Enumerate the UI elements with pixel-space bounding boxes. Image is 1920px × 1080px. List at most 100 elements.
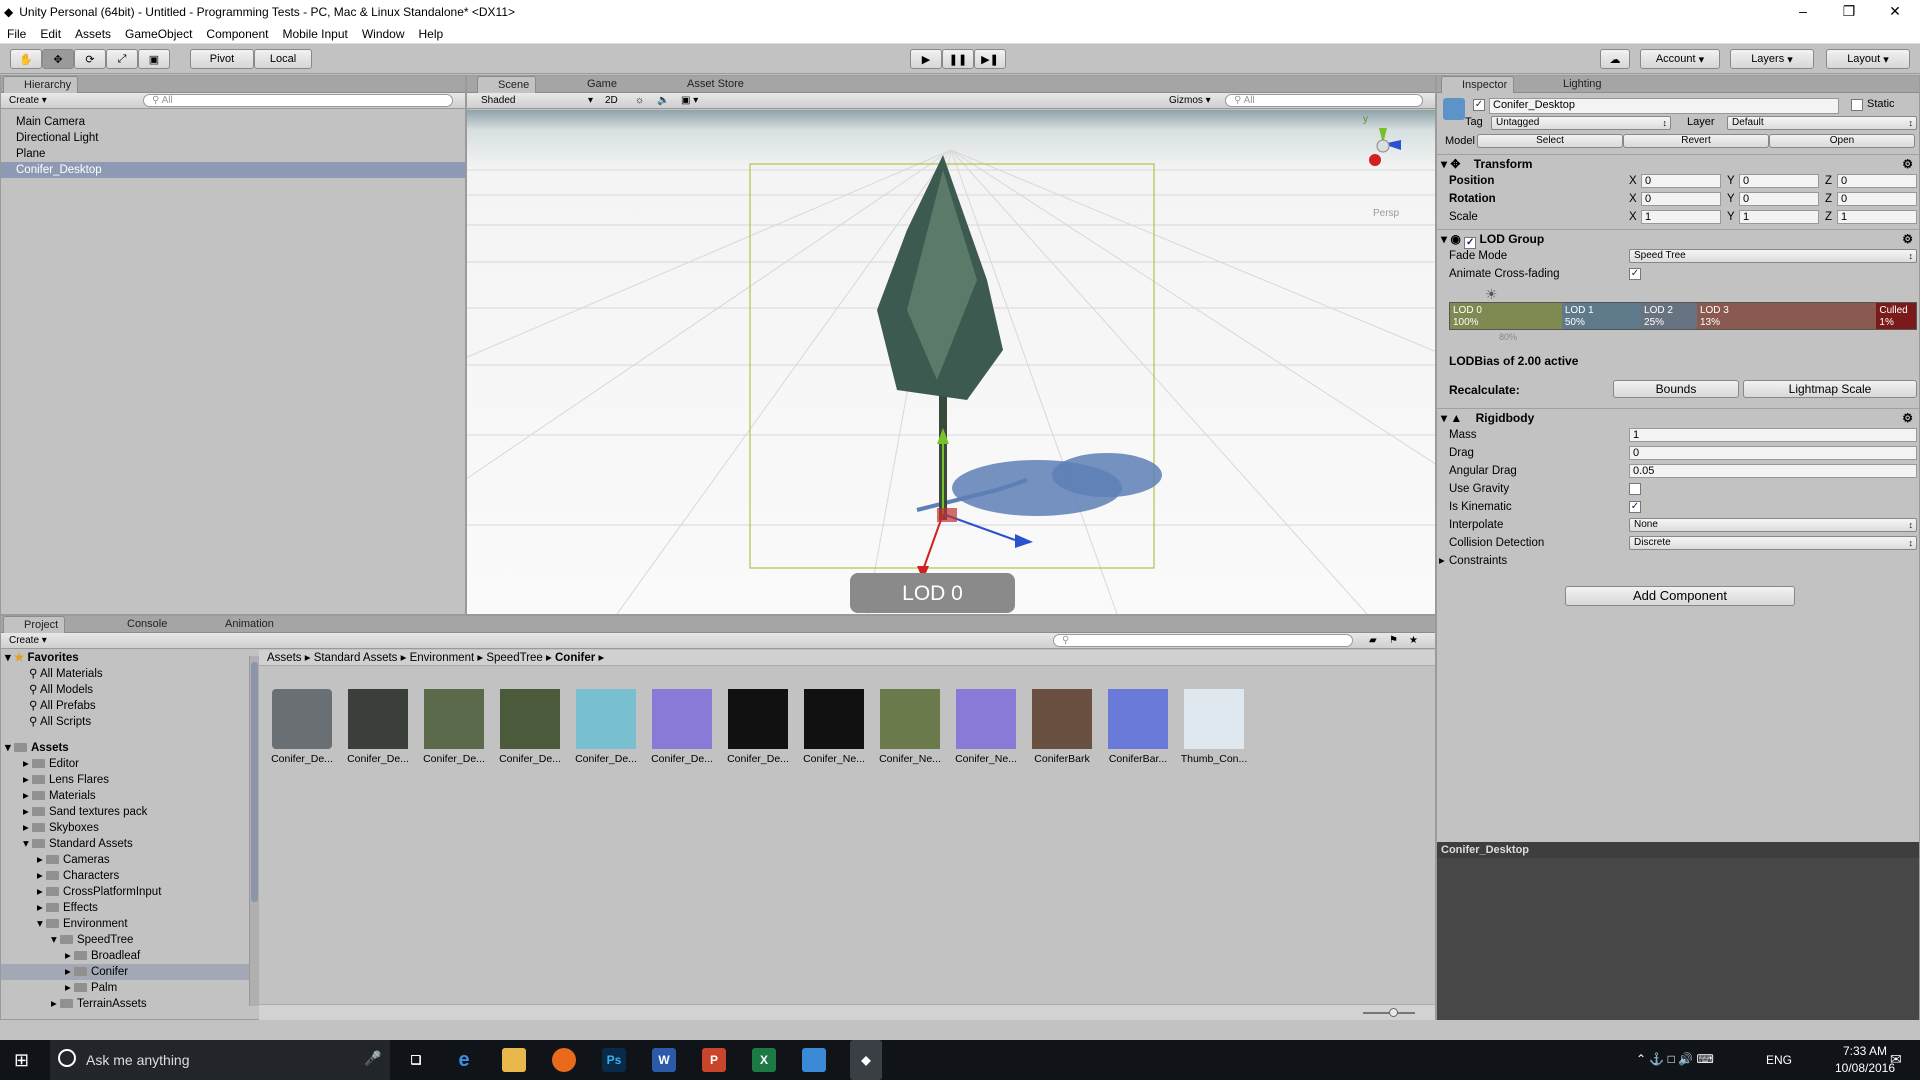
asset-item[interactable]: Conifer_De...	[419, 689, 489, 765]
foldout-arrow-icon[interactable]: ▸	[65, 982, 74, 994]
tab-asset-store[interactable]: Asset Store	[667, 76, 750, 93]
tree-scrollbar[interactable]	[249, 656, 259, 1006]
bounds-button[interactable]: Bounds	[1613, 380, 1739, 398]
folder-tree-item[interactable]: ▸ TerrainAssets	[51, 996, 251, 1012]
folder-tree-item[interactable]: ▾ Environment	[37, 916, 251, 932]
layer-dropdown[interactable]: Default	[1727, 116, 1917, 130]
favorite-item[interactable]: ⚲ All Materials	[29, 666, 103, 682]
gizmos-dropdown[interactable]: Gizmos ▾	[1165, 94, 1215, 107]
asset-item[interactable]: Conifer_De...	[647, 689, 717, 765]
pivot-toggle[interactable]: Pivot	[190, 49, 254, 69]
tab-project[interactable]: Project	[3, 616, 66, 633]
model-open-button[interactable]: Open	[1769, 134, 1915, 148]
mode-2d-toggle[interactable]: 2D	[601, 94, 622, 107]
collision-dropdown[interactable]: Discrete	[1629, 536, 1917, 550]
foldout-arrow-icon[interactable]: ▸	[23, 758, 32, 770]
asset-item[interactable]: ConiferBar...	[1103, 689, 1173, 765]
object-name-field[interactable]: Conifer_Desktop	[1489, 98, 1839, 114]
foldout-arrow-icon[interactable]: ▸	[23, 806, 32, 818]
breadcrumb-item[interactable]: SpeedTree	[486, 652, 542, 664]
asset-item[interactable]: Conifer_Ne...	[951, 689, 1021, 765]
store-icon[interactable]	[802, 1048, 826, 1072]
favorite-item[interactable]: ⚲ All Models	[29, 682, 93, 698]
folder-tree-item[interactable]: ▸ Cameras	[37, 852, 251, 868]
excel-icon[interactable]: X	[752, 1048, 776, 1072]
angular-drag-field[interactable]: 0.05	[1629, 464, 1917, 478]
menu-window[interactable]: Window	[355, 27, 412, 41]
foldout-arrow-icon[interactable]: ▾	[23, 838, 32, 850]
hierarchy-item[interactable]: Directional Light	[1, 130, 465, 146]
cortana-search-box[interactable]: Ask me anything 🎤	[50, 1040, 390, 1080]
position-z-field[interactable]: 0	[1837, 174, 1917, 188]
assets-header[interactable]: ▾ Assets	[5, 740, 69, 756]
tab-lighting[interactable]: Lighting	[1543, 76, 1608, 93]
cloud-icon[interactable]: ☁	[1600, 49, 1630, 69]
rotation-y-field[interactable]: 0	[1739, 192, 1819, 206]
menu-component[interactable]: Component	[199, 27, 275, 41]
tab-game[interactable]: Game	[567, 76, 623, 93]
transform-header[interactable]: ▾ ✥ Transform ⚙	[1437, 154, 1919, 172]
folder-tree-item[interactable]: ▸ Characters	[37, 868, 251, 884]
add-component-button[interactable]: Add Component	[1565, 586, 1795, 606]
asset-item[interactable]: Conifer_Ne...	[799, 689, 869, 765]
firefox-icon[interactable]	[552, 1048, 576, 1072]
scale-x-field[interactable]: 1	[1641, 210, 1721, 224]
breadcrumb-item[interactable]: Assets	[267, 652, 302, 664]
hierarchy-search-input[interactable]: ⚲ All	[143, 94, 453, 107]
foldout-arrow-icon[interactable]: ▸	[23, 822, 32, 834]
effects-toggle-icon[interactable]: ▣ ▾	[677, 94, 702, 107]
asset-item[interactable]: Conifer_Ne...	[875, 689, 945, 765]
asset-item[interactable]: Conifer_De...	[495, 689, 565, 765]
component-settings-icon[interactable]: ⚙	[1902, 230, 1913, 248]
foldout-arrow-icon[interactable]: ▸	[23, 790, 32, 802]
foldout-arrow-icon[interactable]: ▸	[65, 950, 74, 962]
tab-hierarchy[interactable]: Hierarchy	[3, 76, 79, 93]
preview-area[interactable]	[1437, 858, 1919, 1020]
account-dropdown[interactable]: Account ▾	[1640, 49, 1720, 69]
folder-tree-item[interactable]: ▸ Skyboxes	[23, 820, 251, 836]
foldout-arrow-icon[interactable]: ▸	[37, 902, 46, 914]
camera-icon[interactable]: ☀	[1485, 286, 1498, 303]
minimize-button[interactable]: –	[1780, 0, 1826, 24]
rotation-x-field[interactable]: 0	[1641, 192, 1721, 206]
tab-scene[interactable]: Scene	[477, 76, 537, 93]
breadcrumb-item[interactable]: Standard Assets	[314, 652, 398, 664]
folder-tree-item[interactable]: ▸ Effects	[37, 900, 251, 916]
tag-dropdown[interactable]: Untagged	[1491, 116, 1671, 130]
hierarchy-item[interactable]: Main Camera	[1, 114, 465, 130]
foldout-arrow-icon[interactable]: ▸	[37, 854, 46, 866]
lod-level-segment[interactable]: LOD 3 13%	[1696, 303, 1877, 329]
lod-level-segment[interactable]: LOD 2 25%	[1641, 303, 1697, 329]
favorite-item[interactable]: ⚲ All Scripts	[29, 714, 91, 730]
tab-console[interactable]: Console	[107, 616, 173, 633]
filter-type-icon[interactable]: ▰	[1365, 634, 1381, 647]
folder-tree-item[interactable]: ▸ Broadleaf	[65, 948, 251, 964]
fade-mode-dropdown[interactable]: Speed Tree	[1629, 249, 1917, 263]
menu-gameobject[interactable]: GameObject	[118, 27, 199, 41]
tab-animation[interactable]: Animation	[205, 616, 280, 633]
asset-item[interactable]: Conifer_De...	[723, 689, 793, 765]
layers-dropdown[interactable]: Layers ▾	[1730, 49, 1814, 69]
foldout-arrow-icon[interactable]: ▸	[37, 886, 46, 898]
foldout-arrow-icon[interactable]: ▾	[37, 918, 46, 930]
asset-item[interactable]: Conifer_De...	[571, 689, 641, 765]
folder-tree-item[interactable]: ▸ CrossPlatformInput	[37, 884, 251, 900]
favorite-item[interactable]: ⚲ All Prefabs	[29, 698, 96, 714]
lod-level-segment[interactable]: Culled 1%	[1876, 303, 1916, 329]
folder-tree-item[interactable]: ▸ Sand textures pack	[23, 804, 251, 820]
foldout-arrow-icon[interactable]: ▸	[37, 870, 46, 882]
hierarchy-item-selected[interactable]: Conifer_Desktop	[1, 162, 465, 178]
component-settings-icon[interactable]: ⚙	[1902, 409, 1913, 427]
folder-tree-item[interactable]: ▸ Editor	[23, 756, 251, 772]
folder-tree-item[interactable]: ▸ Conifer	[1, 964, 251, 980]
windows-start-icon[interactable]: ⊞	[14, 1050, 29, 1071]
language-indicator[interactable]: ENG	[1766, 1053, 1792, 1067]
step-icon[interactable]: ▶❚	[974, 49, 1006, 69]
edge-icon[interactable]: e	[452, 1048, 476, 1072]
rotation-z-field[interactable]: 0	[1837, 192, 1917, 206]
project-create-dropdown[interactable]: Create ▾	[5, 634, 51, 647]
position-y-field[interactable]: 0	[1739, 174, 1819, 188]
move-tool-icon[interactable]: ✥	[42, 49, 74, 69]
foldout-arrow-icon[interactable]: ▾	[51, 934, 60, 946]
close-button[interactable]: ✕	[1872, 0, 1918, 24]
